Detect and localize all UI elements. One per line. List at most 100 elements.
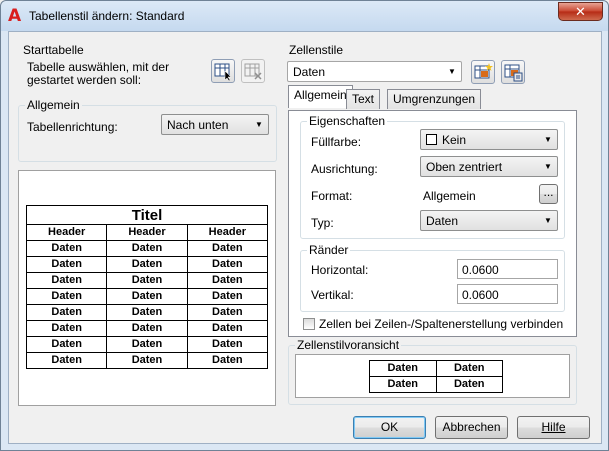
type-value: Daten <box>426 214 459 228</box>
manage-cell-styles-icon <box>504 64 523 82</box>
preview-data-cell: Daten <box>25 352 108 369</box>
starttabelle-heading: Starttabelle <box>23 43 84 57</box>
new-cell-style-icon <box>474 63 493 79</box>
chevron-down-icon: ▼ <box>255 120 263 129</box>
preview-data-cell: Daten <box>25 288 108 305</box>
preview-data-cell: Daten <box>186 352 269 369</box>
allgemein-group-title: Allgemein <box>25 98 82 112</box>
tab-umgrenzungen[interactable]: Umgrenzungen <box>387 89 482 109</box>
ok-button[interactable]: OK <box>353 416 426 439</box>
remove-table-button[interactable] <box>241 59 265 83</box>
preview-data-cell: Daten <box>186 272 269 289</box>
tab-strip: Allgemein Text Umgrenzungen <box>285 85 585 111</box>
preview-data-cell: Daten <box>186 288 269 305</box>
raender-group-title: Ränder <box>307 243 351 257</box>
direction-dropdown[interactable]: Nach unten ▼ <box>161 114 269 135</box>
preview-data-cell: Daten <box>106 352 188 369</box>
preview-data-row: Daten Daten Daten <box>25 256 269 273</box>
preview-data-cell: Daten <box>106 336 188 353</box>
preview-header-cell: Header <box>106 224 188 241</box>
starttabelle-label-line1: Tabelle auswählen, mit der <box>27 60 170 74</box>
preview-data-cell: Daten <box>186 320 269 337</box>
vertical-field[interactable]: 0.0600 <box>457 284 558 304</box>
preview-table: Titel Header Header Header Daten Daten Daten Da… <box>25 205 269 369</box>
preview-header-cell: Header <box>25 224 108 241</box>
preview-data-cell: Daten <box>106 272 188 289</box>
alignment-dropdown[interactable]: Oben zentriert ▼ <box>420 156 558 177</box>
dialog-client: Starttabelle Tabelle auswählen, mit der … <box>8 31 602 444</box>
merge-cells-checkbox[interactable] <box>303 318 315 330</box>
format-label: Format: <box>311 189 353 203</box>
cell-style-preview-cell: Daten <box>435 360 503 377</box>
close-button[interactable]: ✕ <box>558 2 603 21</box>
fill-color-value: Kein <box>442 133 467 147</box>
preview-data-row: Daten Daten Daten <box>25 352 269 369</box>
preview-data-cell: Daten <box>25 304 108 321</box>
starttabelle-label-line2: gestartet werden soll: <box>27 73 142 87</box>
preview-data-row: Daten Daten Daten <box>25 336 269 353</box>
preview-data-cell: Daten <box>106 304 188 321</box>
tab-panel-allgemein: Eigenschaften Füllfarbe: Kein ▼ Ausricht… <box>288 110 577 337</box>
cell-style-preview-table: Daten Daten Daten Daten <box>369 360 503 393</box>
vertical-label: Vertikal: <box>311 288 354 302</box>
tab-allgemein[interactable]: Allgemein <box>288 85 353 108</box>
cell-style-dropdown[interactable]: Daten ▼ <box>287 61 462 82</box>
format-browse-button[interactable]: ... <box>539 184 558 204</box>
direction-label: Tabellenrichtung: <box>27 120 118 134</box>
eigenschaften-group-title: Eigenschaften <box>307 114 388 128</box>
window-title: Tabellenstil ändern: Standard <box>29 9 185 23</box>
type-label: Typ: <box>311 216 334 230</box>
table-select-icon <box>214 63 232 82</box>
table-remove-icon <box>244 63 262 80</box>
table-preview: Titel Header Header Header Daten Daten Daten Da… <box>18 170 276 406</box>
preview-data-row: Daten Daten Daten <box>25 288 269 305</box>
cancel-button[interactable]: Abbrechen <box>435 416 508 439</box>
preview-header-cell: Header <box>186 224 269 241</box>
preview-data-cell: Daten <box>186 336 269 353</box>
preview-data-cell: Daten <box>186 304 269 321</box>
cell-style-preview-cell: Daten <box>369 360 437 377</box>
preview-data-row: Daten Daten Daten <box>25 240 269 257</box>
horizontal-field[interactable]: 0.0600 <box>457 259 558 279</box>
preview-data-cell: Daten <box>106 256 188 273</box>
cell-style-preview-cell: Daten <box>435 376 503 393</box>
preview-data-cell: Daten <box>25 336 108 353</box>
chevron-down-icon: ▼ <box>544 162 552 171</box>
chevron-down-icon: ▼ <box>544 216 552 225</box>
dialog-window: A Tabellenstil ändern: Standard ✕ Startt… <box>0 0 609 451</box>
autocad-logo-icon: A <box>8 6 22 26</box>
alignment-label: Ausrichtung: <box>311 162 378 176</box>
help-button-label: Hilfe <box>541 420 566 434</box>
preview-data-cell: Daten <box>25 320 108 337</box>
horizontal-value: 0.0600 <box>462 263 499 277</box>
preview-data-cell: Daten <box>186 240 269 257</box>
alignment-value: Oben zentriert <box>426 160 503 174</box>
manage-cell-styles-button[interactable] <box>501 60 525 84</box>
cell-style-preview-cell: Daten <box>369 376 437 393</box>
cell-style-preview-group: Zellenstilvoransicht Daten Daten Daten Date… <box>288 338 577 405</box>
preview-data-cell: Daten <box>25 256 108 273</box>
title-bar[interactable]: A Tabellenstil ändern: Standard ✕ <box>1 1 608 31</box>
help-button[interactable]: Hilfe <box>517 416 590 439</box>
type-dropdown[interactable]: Daten ▼ <box>420 210 558 231</box>
cell-style-preview: Daten Daten Daten Daten <box>295 354 570 398</box>
new-cell-style-button[interactable] <box>471 60 495 84</box>
select-table-button[interactable] <box>211 59 235 83</box>
preview-data-row: Daten Daten Daten <box>25 320 269 337</box>
preview-data-row: Daten Daten Daten <box>25 272 269 289</box>
cell-style-value: Daten <box>293 65 326 79</box>
fill-color-dropdown[interactable]: Kein ▼ <box>420 129 558 150</box>
vertical-value: 0.0600 <box>462 288 499 302</box>
cell-style-preview-title: Zellenstilvoransicht <box>295 338 402 352</box>
preview-data-cell: Daten <box>25 272 108 289</box>
chevron-down-icon: ▼ <box>448 67 456 76</box>
direction-value: Nach unten <box>167 118 229 132</box>
preview-data-cell: Daten <box>25 240 108 257</box>
preview-data-row: Daten Daten Daten <box>25 304 269 321</box>
chevron-down-icon: ▼ <box>544 135 552 144</box>
preview-data-cell: Daten <box>106 320 188 337</box>
preview-data-cell: Daten <box>106 288 188 305</box>
tab-text[interactable]: Text <box>346 89 381 109</box>
zellenstile-heading: Zellenstile <box>289 43 344 57</box>
preview-data-cell: Daten <box>106 240 188 257</box>
